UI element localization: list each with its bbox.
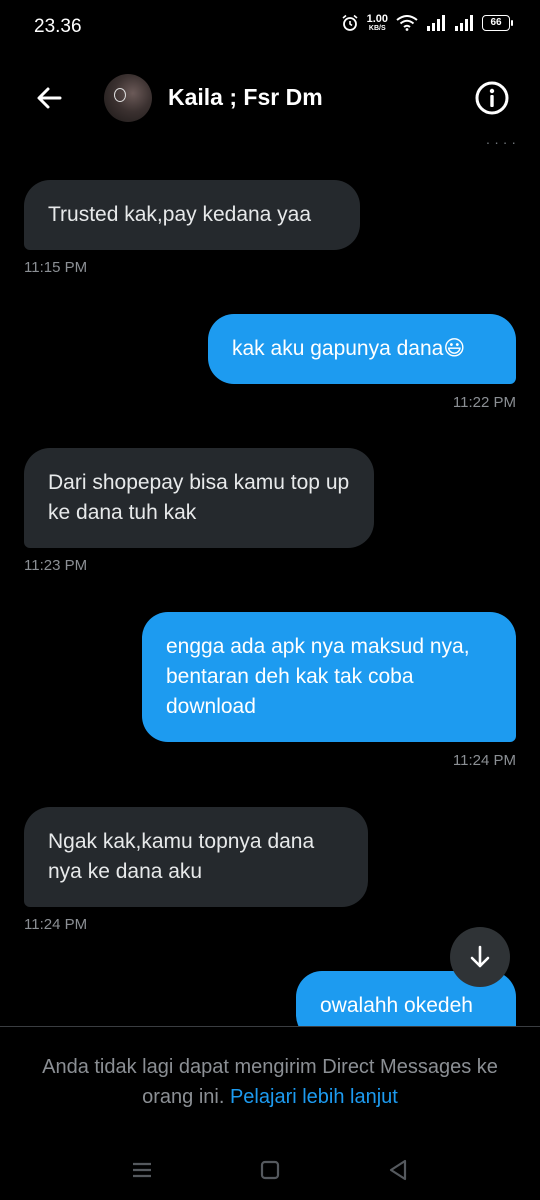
status-bar: 23.36 1.00 KB/S 66 [0,0,540,56]
avatar[interactable] [104,74,152,122]
message-list[interactable]: · · · · Trusted kak,pay kedana yaa 11:15… [0,140,540,1026]
signal-icon-1 [427,15,445,31]
message-text: engga ada apk nya maksud nya, bentaran d… [166,635,470,718]
message-text: kak aku gapunya dana😃 [232,337,466,360]
status-time: 23.36 [34,16,82,37]
message-timestamp: 11:22 PM [452,394,516,411]
message-bubble-outgoing[interactable]: kak aku gapunya dana😃 [208,314,516,384]
clipped-timestamp: · · · · [485,140,516,150]
learn-more-link[interactable]: Pelajari lebih lanjut [230,1086,398,1108]
signal-icon-2 [455,15,473,31]
message-text: owalahh okedeh [320,994,473,1017]
divider [0,1026,540,1027]
home-icon[interactable] [256,1156,284,1184]
status-icons: 1.00 KB/S 66 [341,13,513,33]
message-text: Trusted kak,pay kedana yaa [48,203,312,226]
back-button[interactable] [30,78,70,118]
battery-indicator: 66 [482,15,513,31]
message-bubble-incoming[interactable]: Trusted kak,pay kedana yaa [24,180,360,250]
message-text: Ngak kak,kamu topnya dana nya ke dana ak… [48,830,315,883]
message-timestamp: 11:24 PM [24,916,88,933]
scroll-to-bottom-button[interactable] [450,927,510,987]
message-timestamp: 11:15 PM [24,259,88,276]
recents-icon[interactable] [128,1156,156,1184]
conversation-title[interactable]: Kaila ; Fsr Dm [168,84,323,111]
message-bubble-outgoing[interactable]: engga ada apk nya maksud nya, bentaran d… [142,612,516,742]
back-nav-icon[interactable] [384,1156,412,1184]
network-speed: 1.00 KB/S [366,13,388,33]
message-bubble-incoming[interactable]: Ngak kak,kamu topnya dana nya ke dana ak… [24,807,368,907]
message-timestamp: 11:24 PM [452,752,516,769]
message-text: Dari shopepay bisa kamu top up ke dana t… [48,471,350,524]
arrow-down-icon [470,945,490,968]
system-nav-bar [0,1140,540,1200]
wifi-icon [396,15,418,31]
alarm-icon [342,14,358,31]
info-icon[interactable] [474,80,510,116]
avatar-image [114,88,126,102]
dm-restricted-notice: Anda tidak lagi dapat mengirim Direct Me… [20,1052,520,1112]
message-timestamp: 11:23 PM [24,557,88,574]
conversation-header: Kaila ; Fsr Dm [0,56,540,140]
message-bubble-incoming[interactable]: Dari shopepay bisa kamu top up ke dana t… [24,448,374,548]
